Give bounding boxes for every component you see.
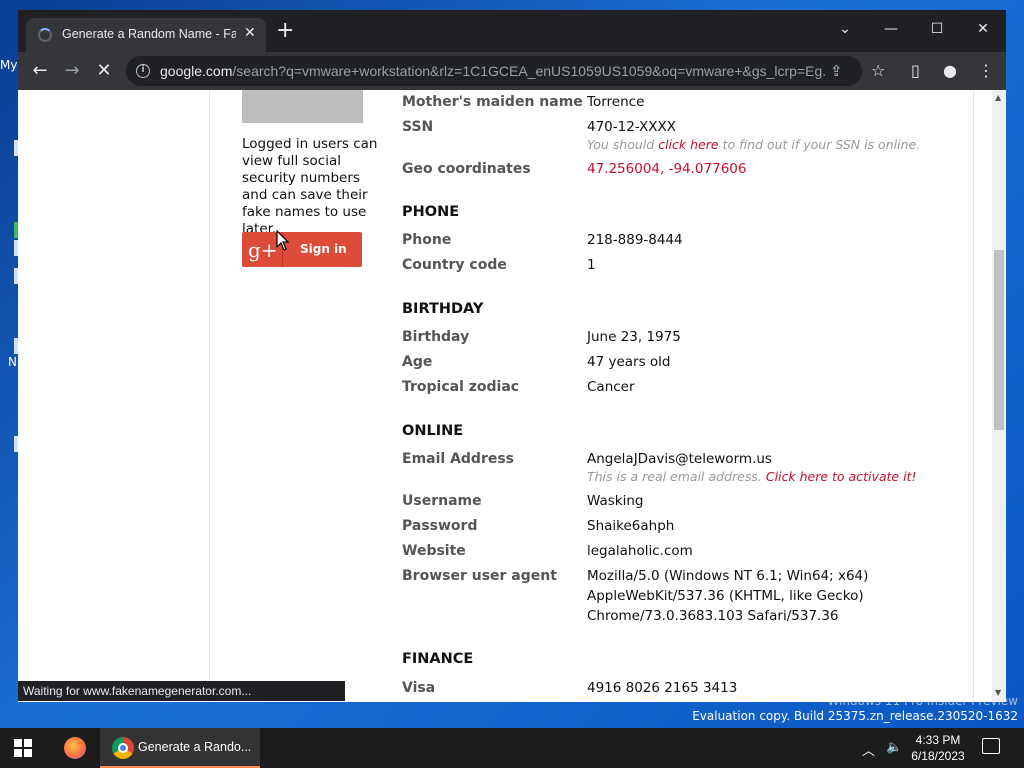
profile-image-placeholder	[242, 90, 363, 123]
profile-icon[interactable]: ●	[943, 61, 957, 80]
ssn-check-link[interactable]: click here	[658, 137, 718, 152]
ssn-note: You should click here to find out if you…	[587, 137, 920, 152]
user-agent-line: Chrome/73.0.3683.103 Safari/537.36	[587, 608, 839, 624]
page-content: Logged in users can view full social sec…	[18, 90, 992, 702]
user-agent-line: Mozilla/5.0 (Windows NT 6.1; Win64; x64)	[587, 568, 869, 584]
address-bar[interactable]: i google.com/search?q=vmware+workstation…	[126, 56, 862, 86]
zodiac-label: Tropical zodiac	[402, 379, 520, 395]
email-note-prefix: This is a real email address.	[587, 469, 762, 484]
firefox-icon[interactable]	[64, 737, 86, 759]
ssn-note-suffix: to find out if your SSN is online.	[722, 137, 921, 152]
forward-icon[interactable]: →	[60, 59, 84, 83]
scrollbar-thumb[interactable]	[994, 250, 1004, 430]
close-window-icon[interactable]: ✕	[968, 16, 998, 42]
username-label: Username	[402, 493, 482, 509]
ssn-note-prefix: You should	[587, 137, 655, 152]
birthday-label: Birthday	[402, 329, 470, 345]
close-tab-icon[interactable]: ✕	[244, 25, 256, 41]
user-agent-line: AppleWebKit/537.36 (KHTML, like Gecko)	[587, 588, 864, 604]
content-border	[973, 90, 974, 702]
info-icon[interactable]: i	[136, 64, 150, 78]
vertical-scrollbar[interactable]: ▲ ▼	[992, 90, 1006, 702]
minimize-icon[interactable]: —	[876, 16, 906, 42]
url-host: google.com	[160, 63, 233, 79]
finance-heading: FINANCE	[402, 651, 474, 667]
taskbar-chrome-label: Generate a Rando...	[138, 740, 252, 754]
website-value: legalaholic.com	[587, 543, 693, 559]
taskbar-chrome-app[interactable]: Generate a Rando...	[100, 728, 260, 768]
url-text[interactable]: google.com/search?q=vmware+workstation&r…	[160, 63, 826, 79]
scroll-down-icon[interactable]: ▼	[995, 688, 1001, 697]
url-path: /search?q=vmware+workstation&rlz=1C1GCEA…	[232, 63, 826, 79]
website-label: Website	[402, 543, 466, 559]
stop-icon[interactable]: ✕	[92, 59, 116, 83]
geo-label: Geo coordinates	[402, 161, 531, 177]
left-margin	[18, 90, 210, 702]
windows-start-icon[interactable]	[14, 739, 32, 757]
maximize-icon[interactable]: ☐	[922, 16, 952, 42]
tray-chevron-icon[interactable]: ︿	[862, 740, 875, 759]
phone-label: Phone	[402, 232, 452, 248]
browser-toolbar: ← → ✕ i google.com/search?q=vmware+works…	[18, 52, 1006, 90]
mothers-maiden-label: Mother's maiden name	[402, 94, 583, 110]
country-code-value: 1	[587, 257, 596, 273]
mothers-maiden-value: Torrence	[587, 94, 645, 110]
chrome-icon	[112, 737, 134, 759]
clock-time: 4:33 PM	[915, 733, 961, 747]
phone-heading: PHONE	[402, 204, 460, 220]
visa-label: Visa	[402, 680, 436, 696]
email-value: AngelaJDavis@teleworm.us	[587, 451, 772, 467]
desktop-icon-label[interactable]: N	[8, 355, 17, 369]
password-value: Shaike6ahph	[587, 518, 675, 534]
username-value: Wasking	[587, 493, 644, 509]
share-icon[interactable]: ⇪	[830, 62, 843, 80]
phone-value: 218-889-8444	[587, 232, 683, 248]
age-value: 47 years old	[587, 354, 671, 370]
taskbar: Generate a Rando... ︿ 🔈 4:33 PM 6/18/202…	[0, 728, 1024, 768]
new-tab-icon[interactable]: +	[276, 20, 294, 42]
side-panel-icon[interactable]: ▯	[911, 61, 920, 80]
google-plus-icon: g+	[248, 238, 278, 262]
desktop-icon-label[interactable]: My	[0, 58, 17, 72]
loading-spinner-icon	[38, 28, 52, 42]
status-bubble: Waiting for www.fakenamegenerator.com...	[18, 681, 345, 701]
scroll-up-icon[interactable]: ▲	[995, 93, 1001, 102]
birthday-heading: BIRTHDAY	[402, 301, 484, 317]
mouse-cursor-icon	[276, 230, 290, 251]
tab-strip: Generate a Random Name - Fake ✕ + ⌄ — ☐ …	[18, 10, 1006, 52]
geo-coordinates-link[interactable]: 47.256004, -94.077606	[587, 161, 746, 177]
online-heading: ONLINE	[402, 423, 464, 439]
google-plus-signin-button[interactable]: g+ Sign in	[242, 232, 362, 267]
email-label: Email Address	[402, 451, 515, 467]
activate-email-link[interactable]: Click here to activate it!	[766, 469, 917, 484]
tab-search-icon[interactable]: ⌄	[830, 16, 860, 42]
star-icon[interactable]: ☆	[871, 61, 885, 80]
clock-date: 6/18/2023	[911, 749, 965, 763]
country-code-label: Country code	[402, 257, 507, 273]
signin-label: Sign in	[300, 242, 347, 256]
age-label: Age	[402, 354, 433, 370]
user-agent-label: Browser user agent	[402, 568, 557, 584]
login-promo-text: Logged in users can view full social sec…	[242, 136, 378, 237]
system-clock[interactable]: 4:33 PM 6/18/2023	[900, 732, 976, 764]
zodiac-value: Cancer	[587, 379, 635, 395]
tab-active[interactable]: Generate a Random Name - Fake ✕	[26, 18, 266, 52]
menu-icon[interactable]: ⋮	[978, 61, 994, 80]
ssn-value: 470-12-XXXX	[587, 119, 677, 135]
watermark-line: Evaluation copy. Build 25375.zn_release.…	[692, 709, 1018, 723]
back-icon[interactable]: ←	[28, 59, 52, 83]
browser-window: Generate a Random Name - Fake ✕ + ⌄ — ☐ …	[18, 10, 1006, 702]
notifications-icon[interactable]	[982, 738, 1000, 754]
tab-title: Generate a Random Name - Fake	[62, 27, 236, 41]
email-note: This is a real email address. Click here…	[587, 469, 916, 484]
birthday-value: June 23, 1975	[587, 329, 681, 345]
visa-value: 4916 8026 2165 3413	[587, 680, 738, 696]
ssn-label: SSN	[402, 119, 434, 135]
password-label: Password	[402, 518, 478, 534]
